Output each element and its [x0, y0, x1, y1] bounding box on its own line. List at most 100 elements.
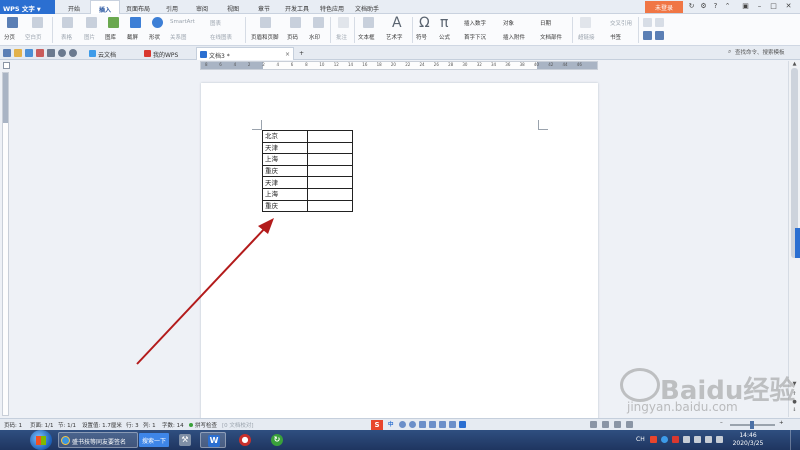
spell-check-toggle[interactable]: 拼写检查: [195, 421, 217, 429]
relation-chart-button[interactable]: 关系图: [170, 33, 187, 41]
ime-emoji-icon[interactable]: [409, 421, 416, 428]
page-number-button[interactable]: 页码: [287, 33, 298, 41]
tab-insert[interactable]: 插入: [90, 0, 120, 14]
ime-keyboard-icon[interactable]: [429, 421, 436, 428]
city-cell[interactable]: 北京: [262, 130, 308, 143]
tray-volume-icon[interactable]: [716, 436, 723, 443]
export-pdf-icon[interactable]: [36, 49, 44, 57]
chart-button[interactable]: 图表: [210, 19, 221, 27]
ribbon-toggle-icon[interactable]: ⌃: [723, 2, 732, 11]
header-footer-button[interactable]: 页眉和页脚: [251, 33, 279, 41]
settings-icon[interactable]: ⚙: [699, 2, 708, 11]
comment-button[interactable]: 批注: [336, 33, 347, 41]
zoom-in-icon[interactable]: +: [779, 420, 784, 426]
scroll-up-icon[interactable]: ▲: [789, 61, 800, 68]
ime-menu-icon[interactable]: [459, 421, 466, 428]
formula-button[interactable]: 公式: [439, 33, 450, 41]
ime-voice-icon[interactable]: [419, 421, 426, 428]
tab-doc-assistant[interactable]: 文档助手: [355, 0, 379, 14]
cross-reference-button[interactable]: 交叉引用: [610, 19, 632, 27]
taskbar-search-button[interactable]: 搜索一下: [139, 433, 169, 447]
empty-cell[interactable]: [307, 164, 353, 178]
show-desktop-button[interactable]: [790, 430, 800, 450]
view-mode-icon[interactable]: [590, 421, 597, 428]
tab-cloud-docs[interactable]: 云文档: [86, 47, 139, 60]
insert-number-button[interactable]: 插入数字: [464, 19, 486, 27]
tab-my-wps[interactable]: 我的WPS: [141, 47, 196, 60]
sync-icon[interactable]: ↻: [687, 2, 696, 11]
side-panel-toggle[interactable]: [795, 228, 800, 258]
city-cell[interactable]: 重庆: [262, 199, 308, 213]
ime-toolbox-icon[interactable]: [449, 421, 456, 428]
tab-page-layout[interactable]: 页面布局: [126, 0, 150, 14]
save-icon[interactable]: [25, 49, 33, 57]
tab-home[interactable]: 开始: [68, 0, 80, 14]
bookmark-button[interactable]: 书签: [610, 33, 621, 41]
page-layout-icon[interactable]: [655, 31, 664, 40]
taskbar-wps-writer[interactable]: W: [200, 432, 226, 448]
symbol-button[interactable]: 符号: [416, 33, 427, 41]
tray-language[interactable]: CH: [636, 436, 645, 443]
tray-flag-icon[interactable]: [683, 436, 690, 443]
empty-cell[interactable]: [307, 176, 353, 189]
taskbar-clock[interactable]: 14:46 2020/3/25: [728, 432, 768, 448]
page-setup-icon[interactable]: [643, 31, 652, 40]
vertical-ruler[interactable]: [2, 72, 9, 416]
taskbar-update-app[interactable]: ↻: [264, 432, 290, 448]
outline-view-icon[interactable]: [614, 421, 621, 428]
taskbar-browser-window[interactable]: 盛书技等同友要签名: [58, 432, 138, 448]
city-cell[interactable]: 上海: [262, 153, 308, 166]
tab-references[interactable]: 引用: [166, 0, 178, 14]
online-chart-button[interactable]: 在线图表: [210, 33, 232, 41]
empty-cell[interactable]: [307, 153, 353, 166]
close-tab-icon[interactable]: ×: [285, 51, 290, 58]
login-button[interactable]: 未登录: [645, 1, 683, 13]
table-style-icon[interactable]: [643, 18, 652, 27]
empty-cell[interactable]: [307, 130, 353, 143]
text-box-button[interactable]: 文本框: [358, 33, 375, 41]
undo-icon[interactable]: [58, 49, 66, 57]
new-file-icon[interactable]: [3, 49, 11, 57]
zoom-out-icon[interactable]: –: [720, 420, 723, 426]
tray-display-icon[interactable]: [694, 436, 701, 443]
gallery-button[interactable]: 图库: [105, 33, 116, 41]
date-button[interactable]: 日期: [540, 19, 551, 27]
blank-page-button[interactable]: 空白页: [25, 33, 42, 41]
tab-view[interactable]: 视图: [227, 0, 239, 14]
tab-developer[interactable]: 开发工具: [285, 0, 309, 14]
hyperlink-button[interactable]: 超链接: [578, 33, 595, 41]
word-art-button[interactable]: 艺术字: [386, 33, 403, 41]
taskbar-media-app[interactable]: ●: [232, 432, 258, 448]
app-menu-button[interactable]: WPS 文字 ▼: [0, 0, 55, 14]
sogou-logo-icon[interactable]: S: [371, 420, 383, 430]
tab-special[interactable]: 特色应用: [320, 0, 344, 14]
tray-help-icon[interactable]: [661, 436, 668, 443]
ime-mode[interactable]: 中: [388, 420, 394, 428]
zoom-slider[interactable]: [730, 421, 775, 429]
help-icon[interactable]: ?: [711, 2, 720, 11]
command-search-input[interactable]: ⌕ 查找命令、搜索模板: [728, 48, 800, 58]
taskbar-tools-app[interactable]: ⚒: [172, 432, 198, 448]
document-page[interactable]: 北京 天津 上海 重庆 天津 上海 重庆: [201, 83, 598, 423]
open-folder-icon[interactable]: [14, 49, 22, 57]
next-page-icon[interactable]: ⇓: [789, 407, 800, 414]
doc-parts-button[interactable]: 文档部件: [540, 33, 562, 41]
ime-skin-icon[interactable]: [439, 421, 446, 428]
tray-network-icon[interactable]: [705, 436, 712, 443]
city-table[interactable]: 北京 天津 上海 重庆 天津 上海 重庆: [262, 130, 353, 213]
empty-cell[interactable]: [307, 141, 353, 155]
status-word-count[interactable]: 字数: 14: [162, 421, 184, 429]
horizontal-ruler[interactable]: 8 6 4 2 2 4 6 8 10 12 14 16 18 20 22 24 26 28 30 32 34 36 38 40…: [200, 61, 598, 70]
attachment-button[interactable]: 插入附件: [503, 33, 525, 41]
tray-ime-icon[interactable]: [650, 436, 657, 443]
zoom-slider-knob[interactable]: [750, 421, 754, 429]
shapes-button[interactable]: 形状: [149, 33, 160, 41]
minimize-icon[interactable]: –: [755, 2, 764, 11]
restore-tabs-icon[interactable]: ▣: [741, 2, 750, 11]
empty-cell[interactable]: [307, 199, 353, 213]
tray-antivirus-icon[interactable]: [672, 436, 679, 443]
empty-cell[interactable]: [307, 187, 353, 201]
object-button[interactable]: 对象: [503, 19, 514, 27]
tab-stop-selector[interactable]: [3, 62, 10, 69]
redo-icon[interactable]: [69, 49, 77, 57]
